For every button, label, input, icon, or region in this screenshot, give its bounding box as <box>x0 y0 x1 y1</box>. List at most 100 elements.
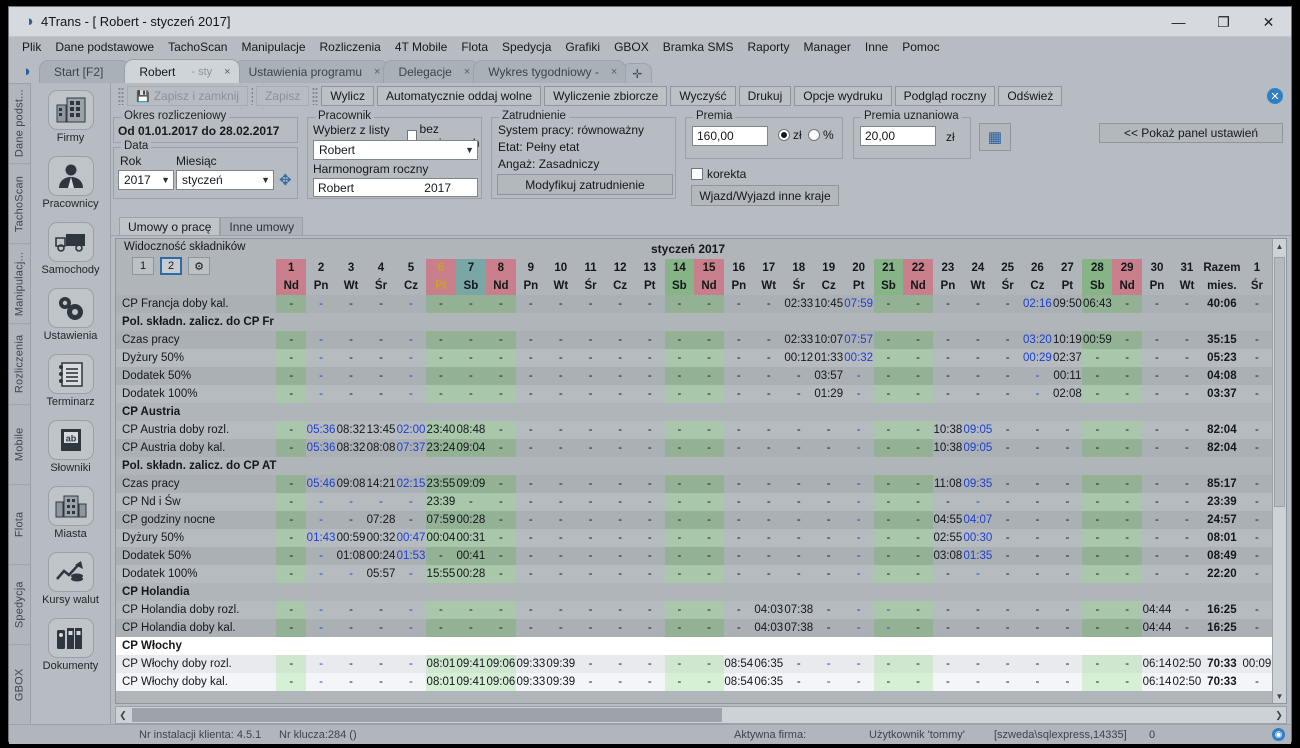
grid-cell[interactable]: - <box>634 511 665 529</box>
grid-cell[interactable]: - <box>545 565 576 583</box>
grid-cell[interactable]: - <box>515 511 546 529</box>
grid-cell[interactable]: - <box>306 673 337 691</box>
grid-vertical-scrollbar[interactable]: ▲ ▼ <box>1272 239 1286 703</box>
grid-cell[interactable]: - <box>723 619 754 637</box>
grid-cell[interactable]: - <box>1112 601 1142 619</box>
grid-cell[interactable]: 09:06 <box>485 655 516 673</box>
grid-cell[interactable]: - <box>1241 511 1272 529</box>
grid-cell[interactable]: - <box>485 565 516 583</box>
rail-item-mobile[interactable]: Mobile <box>9 403 30 484</box>
grid-cell[interactable]: - <box>395 367 426 385</box>
scroll-left-arrow[interactable]: ❮ <box>116 710 130 721</box>
grid-cell[interactable]: - <box>843 547 874 565</box>
grid-cell[interactable]: - <box>903 295 933 313</box>
grid-cell[interactable]: - <box>1112 439 1142 457</box>
day-header-28[interactable]: 28 <box>1082 259 1113 277</box>
grid-cell[interactable]: - <box>753 367 784 385</box>
grid-cell[interactable]: - <box>873 385 904 403</box>
grid-cell[interactable]: - <box>1241 295 1272 313</box>
grid-cell[interactable]: - <box>723 601 754 619</box>
grid-cell[interactable]: - <box>455 619 486 637</box>
scroll-up-arrow[interactable]: ▲ <box>1273 239 1286 253</box>
menu-item-gbox[interactable]: GBOX <box>607 38 656 56</box>
grid-cell[interactable]: 09:06 <box>485 673 516 691</box>
grid-cell[interactable]: - <box>664 565 695 583</box>
grid-cell[interactable]: - <box>873 673 904 691</box>
grid-cell[interactable]: - <box>903 655 933 673</box>
grid-cell[interactable]: - <box>932 367 963 385</box>
grid-cell[interactable]: - <box>485 385 516 403</box>
grid-cell[interactable]: - <box>634 601 665 619</box>
grid-cell[interactable]: 03:57 <box>813 367 844 385</box>
day-header-21[interactable]: 21 <box>873 259 904 277</box>
grid-cell[interactable]: - <box>276 385 307 403</box>
grid-cell[interactable]: - <box>664 511 695 529</box>
grid-cell[interactable]: - <box>1112 493 1142 511</box>
grid-cell[interactable]: 08:32 <box>336 439 367 457</box>
menu-item-plik[interactable]: Plik <box>15 38 48 56</box>
grid-cell[interactable]: - <box>575 385 606 403</box>
grid-cell[interactable]: 14:21 <box>366 475 396 493</box>
grid-cell[interactable]: - <box>366 673 396 691</box>
grid-cell[interactable]: - <box>962 385 993 403</box>
border-crossing-button[interactable]: Wjazd/Wyjazd inne kraje <box>691 185 839 206</box>
grid-cell[interactable]: - <box>753 529 784 547</box>
grid-cell[interactable]: - <box>1141 295 1172 313</box>
grid-cell[interactable]: - <box>813 601 844 619</box>
grid-cell[interactable]: - <box>1241 421 1272 439</box>
grid-cell[interactable]: - <box>873 511 904 529</box>
grid-cell[interactable]: - <box>992 655 1023 673</box>
grid-cell[interactable]: 70:33 <box>1201 655 1242 673</box>
grid-cell[interactable]: - <box>306 601 337 619</box>
grid-cell[interactable]: 09:35 <box>962 475 993 493</box>
grid-cell[interactable]: - <box>843 565 874 583</box>
grid-cell[interactable]: - <box>723 367 754 385</box>
grid-cell[interactable]: 05:36 <box>306 421 337 439</box>
grid-cell[interactable]: - <box>276 421 307 439</box>
grid-cell[interactable]: - <box>1141 475 1172 493</box>
grid-cell[interactable]: 23:40 <box>425 421 456 439</box>
grid-cell[interactable]: 08:32 <box>336 421 367 439</box>
grid-cell[interactable]: - <box>515 439 546 457</box>
grid-cell[interactable]: - <box>306 349 337 367</box>
grid-cell[interactable]: - <box>306 655 337 673</box>
grid-cell[interactable]: 82:04 <box>1201 421 1242 439</box>
grid-cell[interactable]: 40:06 <box>1201 295 1242 313</box>
grid-cell[interactable]: - <box>932 655 963 673</box>
grid-cell[interactable]: - <box>1052 547 1083 565</box>
grid-cell[interactable]: - <box>575 547 606 565</box>
grid-cell[interactable]: - <box>575 565 606 583</box>
grid-cell[interactable]: 02:55 <box>932 529 963 547</box>
grid-cell[interactable]: 82:04 <box>1201 439 1242 457</box>
grid-cell[interactable]: - <box>1082 475 1113 493</box>
grid-cell[interactable]: - <box>605 529 635 547</box>
menu-item-raporty[interactable]: Raporty <box>740 38 796 56</box>
grid-cell[interactable]: 02:08 <box>1052 385 1083 403</box>
grid-cell[interactable]: - <box>723 349 754 367</box>
grid-cell[interactable]: - <box>783 493 814 511</box>
toolbar-button-automatycznie-oddaj-wolne[interactable]: Automatycznie oddaj wolne <box>376 86 542 106</box>
grid-cell[interactable]: - <box>873 331 904 349</box>
grid-cell[interactable]: - <box>425 619 456 637</box>
grid-cell[interactable]: - <box>605 601 635 619</box>
grid-cell[interactable]: - <box>664 349 695 367</box>
grid-cell[interactable]: - <box>694 673 724 691</box>
grid-cell[interactable]: - <box>1082 547 1113 565</box>
grid-cell[interactable]: - <box>575 349 606 367</box>
grid-cell[interactable]: 11:08 <box>932 475 963 493</box>
grid-cell[interactable]: - <box>336 349 367 367</box>
target-icon[interactable]: ✥ <box>279 171 292 189</box>
grid-cell[interactable]: - <box>395 493 426 511</box>
grid-cell[interactable]: - <box>1022 619 1053 637</box>
grid-cell[interactable]: - <box>903 349 933 367</box>
grid-cell[interactable]: - <box>545 511 576 529</box>
rail-item-spedycja[interactable]: Spedycja <box>9 563 30 644</box>
year-select[interactable]: 2017 ▼ <box>118 170 174 190</box>
sidebar-item-pracownicy[interactable]: Pracownicy <box>33 153 109 219</box>
grid-cell[interactable]: - <box>813 619 844 637</box>
grid-cell[interactable]: - <box>903 547 933 565</box>
grid-cell[interactable]: - <box>813 493 844 511</box>
grid-cell[interactable]: - <box>276 295 307 313</box>
grid-cell[interactable]: - <box>1241 439 1272 457</box>
toolbar-grip[interactable] <box>118 87 124 105</box>
